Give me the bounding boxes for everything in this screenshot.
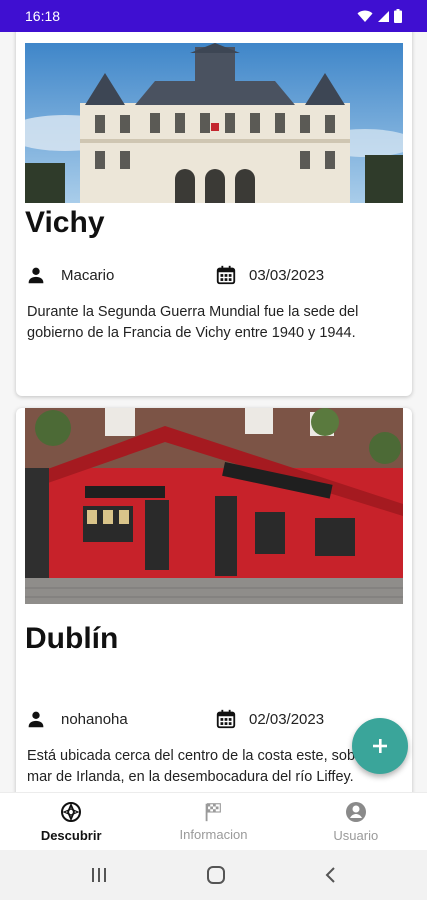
status-icons xyxy=(357,9,402,23)
place-meta: nohanoha 02/03/2023 xyxy=(25,706,395,732)
nav-label: Descubrir xyxy=(40,828,102,843)
calendar-icon xyxy=(216,709,236,729)
wifi-icon xyxy=(357,10,373,22)
nav-label: Usuario xyxy=(333,828,379,843)
back-icon[interactable] xyxy=(323,866,339,884)
place-description: Está ubicada cerca del centro de la cost… xyxy=(27,748,384,785)
system-navigation-bar xyxy=(0,850,427,900)
nav-item-descubrir[interactable]: Descubrir xyxy=(0,793,142,850)
date-text: 03/03/2023 xyxy=(249,266,325,284)
date-text: 02/03/2023 xyxy=(249,710,325,728)
plus-icon xyxy=(373,739,387,753)
post-date: 02/03/2023 xyxy=(215,708,324,730)
nav-label: Informacion xyxy=(179,827,248,842)
author: nohanoha xyxy=(25,708,215,730)
nav-item-usuario[interactable]: Usuario xyxy=(285,793,427,850)
post-date: 03/03/2023 xyxy=(215,264,324,286)
author-name: Macario xyxy=(61,266,115,284)
place-photo-vichy xyxy=(25,43,403,203)
add-place-button[interactable] xyxy=(352,718,408,774)
status-bar: 16:18 xyxy=(0,0,427,32)
place-photo-dublin xyxy=(25,408,403,604)
place-meta: Macario 03/03/2023 xyxy=(25,262,395,288)
battery-icon xyxy=(394,9,402,23)
compass-icon xyxy=(61,802,82,822)
person-icon xyxy=(28,711,44,728)
person-icon xyxy=(28,267,44,284)
calendar-icon xyxy=(216,265,236,285)
bottom-navigation: Descubrir Informacion Usuario xyxy=(0,792,427,850)
account-icon xyxy=(345,802,366,822)
place-title: Vichy xyxy=(25,206,105,239)
flag-icon xyxy=(206,803,222,822)
places-feed[interactable]: Vichy Macario 03/03/2023 Durante la Segu… xyxy=(0,32,427,792)
status-time: 16:18 xyxy=(25,8,61,24)
signal-icon xyxy=(378,10,389,22)
place-card[interactable]: Vichy Macario 03/03/2023 Durante la Segu… xyxy=(16,32,412,396)
author-name: nohanoha xyxy=(61,710,128,728)
recents-icon[interactable] xyxy=(89,866,109,884)
home-icon[interactable] xyxy=(206,865,226,885)
place-card[interactable]: Dublín nohanoha 02/03/2023 Está ubicada … xyxy=(16,408,412,792)
nav-item-informacion[interactable]: Informacion xyxy=(142,793,284,850)
author: Macario xyxy=(25,264,215,286)
place-title: Dublín xyxy=(25,622,119,655)
place-description: Durante la Segunda Guerra Mundial fue la… xyxy=(27,304,359,341)
